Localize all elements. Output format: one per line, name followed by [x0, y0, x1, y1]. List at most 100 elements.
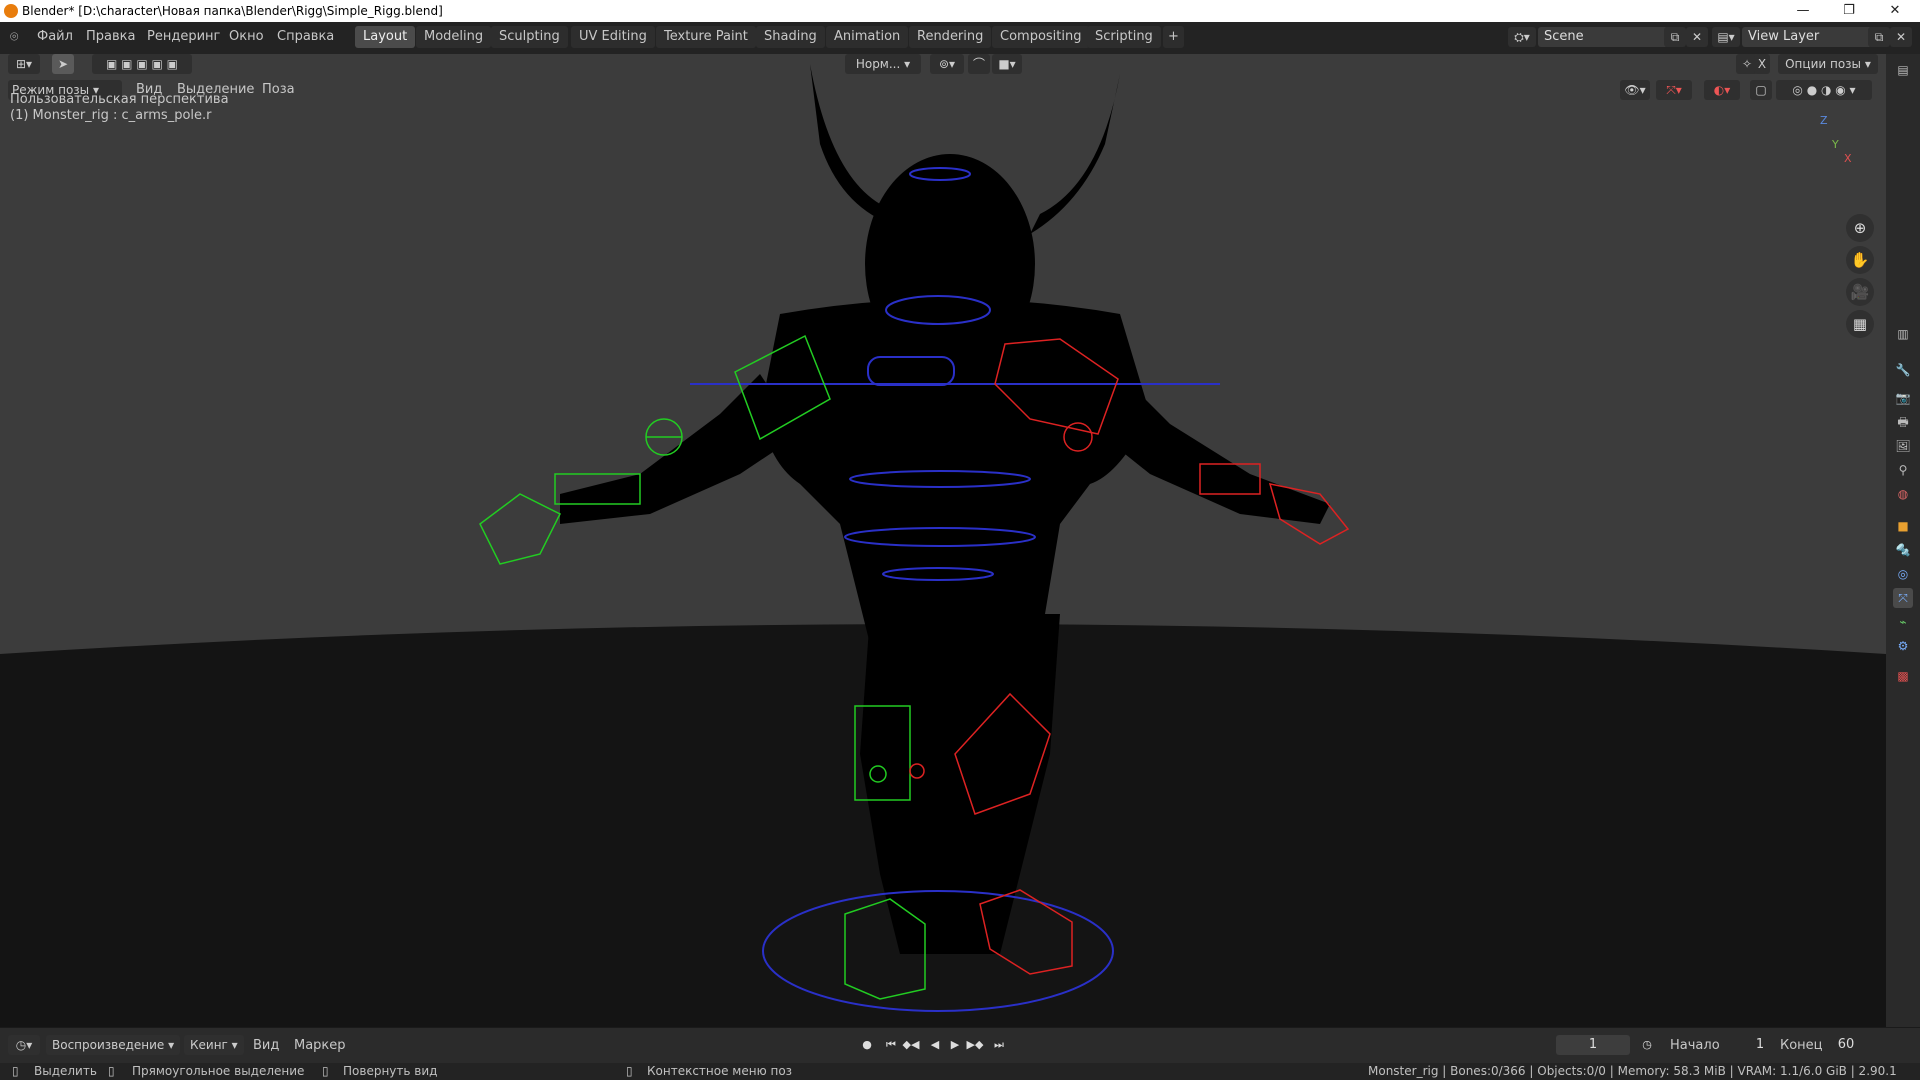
tab-layout[interactable]: Layout [355, 26, 416, 48]
view-layer-selector-icon[interactable]: ▤▾ [1712, 27, 1740, 47]
select-tool-icon[interactable]: ➤ [52, 54, 74, 74]
gizmo-y-axis[interactable]: Y [1832, 138, 1839, 151]
outliner-icon[interactable]: ▤ [1893, 60, 1913, 80]
gizmo-x-axis[interactable]: X [1844, 152, 1852, 165]
menu-file[interactable]: Файл [37, 29, 73, 44]
status-box-select-label: Прямоугольное выделение [132, 1064, 305, 1078]
render-properties-icon[interactable]: 📷 [1893, 388, 1913, 408]
top-bar: ⌾ Файл Правка Рендеринг Окно Справка Lay… [0, 22, 1920, 54]
properties-tab-bar: ▤ ▥ 🔧 📷 🖶 🖼 ⚲ ◍ ■ 🔩 ◎ ⤧ ⌁ ⚙ ▩ [1886, 54, 1920, 1027]
close-button[interactable]: ✕ [1872, 0, 1918, 22]
tab-rendering[interactable]: Rendering [909, 26, 992, 48]
viewport-header: ⊞▾ ➤ ▣ ▣ ▣ ▣ ▣ Норм... ▾ ⊚▾ ⌒ ■▾ ✧ X Опц… [0, 54, 1886, 108]
blender-menu-icon[interactable]: ⌾ [10, 29, 18, 45]
tab-animation[interactable]: Animation [826, 26, 909, 48]
mirror-x-toggle[interactable]: X [1754, 54, 1770, 74]
play-reverse-icon[interactable]: ◀ [926, 1036, 944, 1054]
delete-scene-icon[interactable]: ✕ [1686, 27, 1708, 47]
status-select-label: Выделить [34, 1064, 97, 1078]
menu-help[interactable]: Справка [277, 29, 334, 44]
tab-uv-editing[interactable]: UV Editing [571, 26, 655, 48]
selection-mode-icons[interactable]: ▣ ▣ ▣ ▣ ▣ [92, 54, 192, 74]
texture-properties-icon[interactable]: ▩ [1893, 666, 1913, 686]
tab-modeling[interactable]: Modeling [416, 26, 492, 48]
tab-compositing[interactable]: Compositing [992, 26, 1090, 48]
zoom-icon[interactable]: ⊕ [1846, 214, 1874, 242]
object-properties-icon[interactable]: ■ [1893, 516, 1913, 536]
blender-logo-icon [4, 4, 18, 18]
status-context-menu-label: Контекстное меню поз [647, 1064, 793, 1078]
next-keyframe-icon[interactable]: ▶◆ [966, 1036, 984, 1054]
jump-start-icon[interactable]: ⏮ [882, 1036, 900, 1054]
pose-options-label: Опции позы [1785, 57, 1862, 71]
snap-icon[interactable]: ⌒ [968, 54, 990, 74]
view-layer-field[interactable]: View Layer [1742, 27, 1872, 47]
active-object-label: (1) Monster_rig : c_arms_pole.r [10, 108, 212, 123]
tab-texture-paint[interactable]: Texture Paint [656, 26, 756, 48]
add-workspace-button[interactable]: + [1163, 26, 1184, 48]
tab-sculpting[interactable]: Sculpting [491, 26, 568, 48]
mouse-left-icon: ▯ [12, 1064, 19, 1078]
keying-dropdown[interactable]: Кеинг ▾ [184, 1035, 244, 1055]
menu-edit[interactable]: Правка [86, 29, 135, 44]
viewport-scene[interactable] [0, 54, 1886, 1027]
world-properties-icon[interactable]: ◍ [1893, 484, 1913, 504]
menu-window[interactable]: Окно [229, 29, 264, 44]
tool-properties-icon[interactable]: 🔧 [1893, 360, 1913, 380]
xray-toggle-icon[interactable]: ▢ [1750, 80, 1772, 100]
tab-scripting[interactable]: Scripting [1087, 26, 1161, 48]
bone-properties-icon[interactable]: ⌁ [1893, 612, 1913, 632]
prev-keyframe-icon[interactable]: ◆◀ [902, 1036, 920, 1054]
jump-end-icon[interactable]: ⏭ [990, 1036, 1008, 1054]
end-frame-field[interactable]: 60 [1816, 1035, 1876, 1055]
timeline-editor-type-icon[interactable]: ◷▾ [8, 1035, 40, 1055]
gizmo-toggle-icon[interactable]: ⤧▾ [1656, 80, 1692, 100]
orientation-gizmo[interactable]: Z X Y [1800, 114, 1860, 174]
timeline-menu-marker[interactable]: Маркер [294, 1038, 346, 1053]
perspective-toggle-icon[interactable]: ▦ [1846, 310, 1874, 338]
bone-constraint-properties-icon[interactable]: ⚙ [1893, 636, 1913, 656]
output-properties-icon[interactable]: 🖶 [1893, 412, 1913, 432]
transform-orientation-dropdown[interactable]: Норм... ▾ [845, 54, 921, 74]
current-frame-field[interactable]: 1 [1556, 1035, 1630, 1055]
armature-properties-icon[interactable]: ⤧ [1893, 588, 1913, 608]
visibility-icon[interactable]: 👁▾ [1620, 80, 1650, 100]
modifier-properties-icon[interactable]: 🔩 [1893, 540, 1913, 560]
proportional-edit-icon[interactable]: ■▾ [992, 54, 1022, 74]
keying-label: Кеинг [190, 1038, 228, 1052]
camera-view-icon[interactable]: 🎥 [1846, 278, 1874, 306]
overlay-toggle-icon[interactable]: ◐▾ [1704, 80, 1740, 100]
scene-name-field[interactable]: Scene [1538, 27, 1668, 47]
start-label: Начало [1670, 1038, 1720, 1053]
3d-viewport[interactable]: ⊞▾ ➤ ▣ ▣ ▣ ▣ ▣ Норм... ▾ ⊚▾ ⌒ ■▾ ✧ X Опц… [0, 54, 1886, 1027]
frame-clock-icon[interactable]: ◷ [1638, 1036, 1656, 1054]
gizmo-z-axis[interactable]: Z [1820, 114, 1828, 127]
new-view-layer-icon[interactable]: ⧉ [1868, 27, 1890, 47]
editor-type-icon[interactable]: ⊞▾ [8, 54, 40, 74]
pan-hand-icon[interactable]: ✋ [1846, 246, 1874, 274]
scene-selector-icon[interactable]: ⛭▾ [1508, 27, 1536, 47]
pivot-point-icon[interactable]: ⊚▾ [930, 54, 964, 74]
maximize-button[interactable]: ❐ [1826, 0, 1872, 22]
pose-options-dropdown[interactable]: Опции позы ▾ [1778, 54, 1878, 74]
timeline-menu-view[interactable]: Вид [253, 1038, 279, 1053]
delete-view-layer-icon[interactable]: ✕ [1890, 27, 1912, 47]
properties-editor-icon[interactable]: ▥ [1893, 324, 1913, 344]
new-scene-icon[interactable]: ⧉ [1664, 27, 1686, 47]
shading-mode-icons[interactable]: ◎ ● ◑ ◉ ▾ [1776, 80, 1872, 100]
mouse-box-icon: ▯ [108, 1064, 115, 1078]
mouse-right-icon: ▯ [626, 1064, 633, 1078]
tab-shading[interactable]: Shading [756, 26, 825, 48]
play-icon[interactable]: ▶ [946, 1036, 964, 1054]
transform-orientation-label: Норм... [855, 57, 901, 71]
view-layer-properties-icon[interactable]: 🖼 [1893, 436, 1913, 456]
record-icon[interactable]: ● [858, 1036, 876, 1054]
playback-dropdown[interactable]: Воспроизведение ▾ [46, 1035, 180, 1055]
physics-properties-icon[interactable]: ◎ [1893, 564, 1913, 584]
window-titlebar: Blender* [D:\character\Новая папка\Blend… [0, 0, 1920, 22]
minimize-button[interactable]: — [1780, 0, 1826, 22]
scene-properties-icon[interactable]: ⚲ [1893, 460, 1913, 480]
timeline-header: ◷▾ Воспроизведение ▾ Кеинг ▾ Вид Маркер … [0, 1027, 1920, 1064]
menu-render[interactable]: Рендеринг [147, 29, 220, 44]
menu-pose[interactable]: Поза [262, 82, 295, 97]
